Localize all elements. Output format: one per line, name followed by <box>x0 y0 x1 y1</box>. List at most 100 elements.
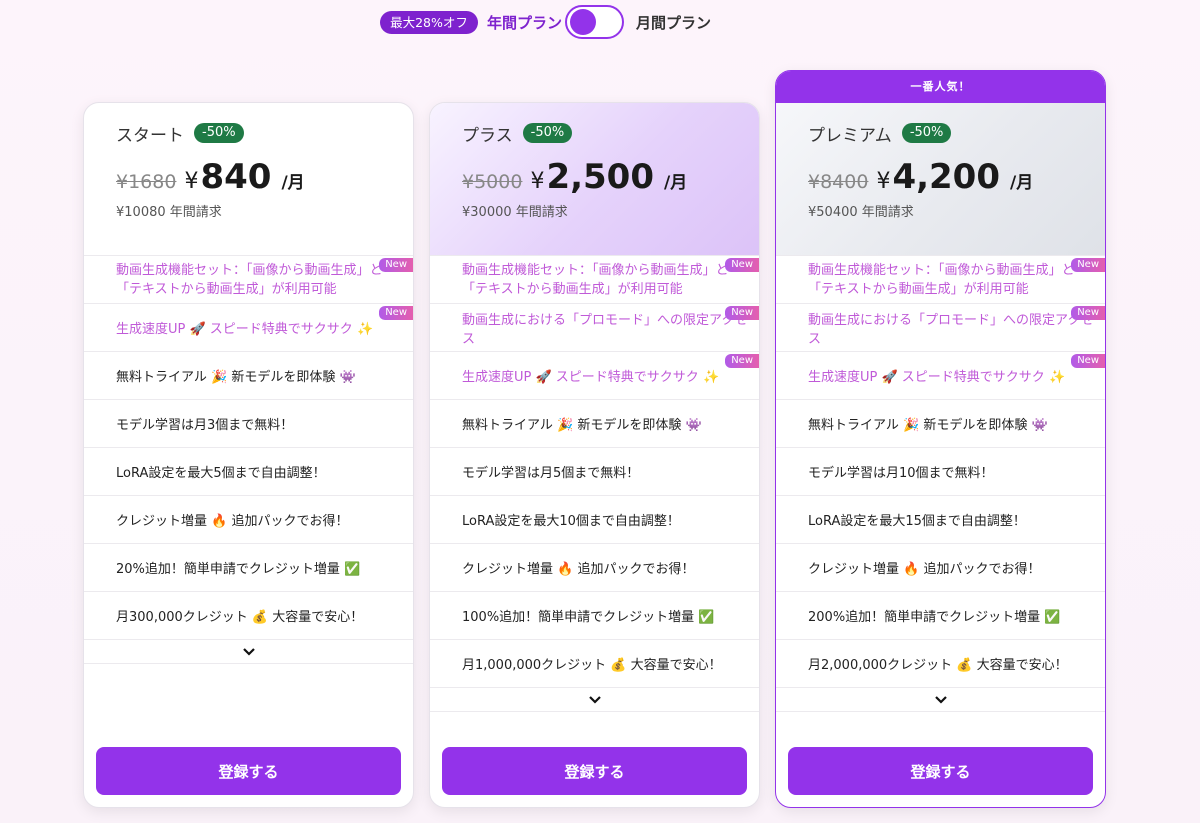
chevron-down-icon <box>588 695 601 704</box>
new-badge: New <box>1071 354 1105 368</box>
feature-text: クレジット増量 🔥 追加パックでお得！ <box>808 562 1041 577</box>
feature-text: LoRA設定を最大5個まで自由調整！ <box>116 466 326 481</box>
new-badge: New <box>379 258 413 272</box>
discount-badge: -50% <box>901 123 952 143</box>
feature-item: 生成速度UP 🚀 スピード特典でサクサク ✨ New <box>776 351 1105 399</box>
per-month: /月 <box>664 173 688 193</box>
annual-billing: ¥30000 年間請求 <box>462 205 568 220</box>
feature-item: 動画生成における「プロモード」への限定アクセス New <box>430 303 759 351</box>
feature-text: 動画生成機能セット：「画像から動画生成」と「テキストから動画生成」が利用可能 <box>116 262 383 297</box>
feature-item: 生成速度UP 🚀 スピード特典でサクサク ✨ New <box>84 303 413 351</box>
new-badge: New <box>1071 258 1105 272</box>
plan-card-start: スタート -50% ¥1680 ¥ 840 /月 ¥10080 年間請求 動画生… <box>83 102 414 808</box>
monthly-plan-label[interactable]: 月間プラン <box>636 12 711 33</box>
feature-item: 200%追加！簡単申請でクレジット増量 ✅ <box>776 591 1105 639</box>
feature-item: 無料トライアル 🎉 新モデルを即体験 👾 <box>430 399 759 447</box>
expand-features-button[interactable] <box>84 639 413 664</box>
feature-item: クレジット増量 🔥 追加パックでお得！ <box>776 543 1105 591</box>
discount-pill: 最大28%オフ <box>380 11 478 34</box>
feature-item: 100%追加！簡単申請でクレジット増量 ✅ <box>430 591 759 639</box>
feature-item: 生成速度UP 🚀 スピード特典でサクサク ✨ New <box>430 351 759 399</box>
original-price: ¥8400 <box>808 171 869 193</box>
feature-item: 動画生成機能セット：「画像から動画生成」と「テキストから動画生成」が利用可能 Ne… <box>430 255 759 303</box>
feature-text: 動画生成機能セット：「画像から動画生成」と「テキストから動画生成」が利用可能 <box>462 262 729 297</box>
feature-item: 動画生成機能セット：「画像から動画生成」と「テキストから動画生成」が利用可能 Ne… <box>84 255 413 303</box>
feature-item: LoRA設定を最大5個まで自由調整！ <box>84 447 413 495</box>
feature-text: モデル学習は月10個まで無料！ <box>808 466 994 481</box>
currency-symbol: ¥ <box>184 169 199 194</box>
feature-text: 動画生成における「プロモード」への限定アクセス <box>462 312 748 347</box>
annual-billing: ¥10080 年間請求 <box>116 205 222 220</box>
signup-button[interactable]: 登録する <box>442 747 747 795</box>
feature-item: LoRA設定を最大15個まで自由調整！ <box>776 495 1105 543</box>
feature-item: 無料トライアル 🎉 新モデルを即体験 👾 <box>776 399 1105 447</box>
plan-header: プラス -50% ¥5000 ¥ 2,500 /月 ¥30000 年間請求 <box>430 103 759 255</box>
feature-text: LoRA設定を最大15個まで自由調整！ <box>808 514 1026 529</box>
original-price: ¥1680 <box>116 171 177 193</box>
signup-button[interactable]: 登録する <box>96 747 401 795</box>
per-month: /月 <box>281 173 305 193</box>
feature-text: 生成速度UP 🚀 スピード特典でサクサク ✨ <box>462 370 720 385</box>
currency-symbol: ¥ <box>530 169 545 194</box>
feature-text: 100%追加！簡単申請でクレジット増量 ✅ <box>462 610 715 625</box>
chevron-down-icon <box>934 695 947 704</box>
new-badge: New <box>379 306 413 320</box>
feature-text: 20%追加！簡単申請でクレジット増量 ✅ <box>116 562 361 577</box>
feature-text: クレジット増量 🔥 追加パックでお得！ <box>462 562 695 577</box>
feature-text: モデル学習は月3個まで無料！ <box>116 418 294 433</box>
feature-text: 生成速度UP 🚀 スピード特典でサクサク ✨ <box>808 370 1066 385</box>
new-badge: New <box>725 354 759 368</box>
feature-item: 20%追加！簡単申請でクレジット増量 ✅ <box>84 543 413 591</box>
new-badge: New <box>725 258 759 272</box>
plan-card-plus: プラス -50% ¥5000 ¥ 2,500 /月 ¥30000 年間請求 動画… <box>429 102 760 808</box>
feature-item: 月300,000クレジット 💰 大容量で安心！ <box>84 591 413 639</box>
feature-text: 200%追加！簡単申請でクレジット増量 ✅ <box>808 610 1061 625</box>
feature-item: モデル学習は月10個まで無料！ <box>776 447 1105 495</box>
feature-item: モデル学習は月5個まで無料！ <box>430 447 759 495</box>
plan-name: プラス <box>462 125 513 146</box>
feature-item: クレジット増量 🔥 追加パックでお得！ <box>430 543 759 591</box>
plan-header: スタート -50% ¥1680 ¥ 840 /月 ¥10080 年間請求 <box>84 103 413 255</box>
plan-card-premium: 一番人気！ プレミアム -50% ¥8400 ¥ 4,200 /月 ¥50400… <box>775 70 1106 808</box>
billing-period-switch[interactable] <box>565 5 624 39</box>
feature-text: 月300,000クレジット 💰 大容量で安心！ <box>116 610 364 625</box>
feature-item: モデル学習は月3個まで無料！ <box>84 399 413 447</box>
annual-billing: ¥50400 年間請求 <box>808 205 914 220</box>
signup-button[interactable]: 登録する <box>788 747 1093 795</box>
popular-banner: 一番人気！ <box>776 71 1105 103</box>
feature-text: 無料トライアル 🎉 新モデルを即体験 👾 <box>808 418 1048 433</box>
plan-name: プレミアム <box>808 125 892 146</box>
expand-features-button[interactable] <box>430 687 759 712</box>
feature-text: 月1,000,000クレジット 💰 大容量で安心！ <box>462 658 722 673</box>
plan-name: スタート <box>116 125 184 146</box>
feature-text: LoRA設定を最大10個まで自由調整！ <box>462 514 680 529</box>
discount-badge: -50% <box>194 123 244 143</box>
feature-text: 月2,000,000クレジット 💰 大容量で安心！ <box>808 658 1068 673</box>
discount-badge: -50% <box>522 123 573 143</box>
feature-item: 動画生成機能セット：「画像から動画生成」と「テキストから動画生成」が利用可能 Ne… <box>776 255 1105 303</box>
feature-text: 生成速度UP 🚀 スピード特典でサクサク ✨ <box>116 322 374 337</box>
feature-item: 動画生成における「プロモード」への限定アクセス New <box>776 303 1105 351</box>
feature-item: 月2,000,000クレジット 💰 大容量で安心！ <box>776 639 1105 687</box>
currency-symbol: ¥ <box>876 169 891 194</box>
feature-text: 無料トライアル 🎉 新モデルを即体験 👾 <box>462 418 702 433</box>
original-price: ¥5000 <box>462 171 523 193</box>
feature-item: クレジット増量 🔥 追加パックでお得！ <box>84 495 413 543</box>
price: 4,200 <box>892 157 1000 197</box>
switch-knob <box>570 9 596 35</box>
feature-item: 無料トライアル 🎉 新モデルを即体験 👾 <box>84 351 413 399</box>
feature-text: 無料トライアル 🎉 新モデルを即体験 👾 <box>116 370 356 385</box>
feature-text: クレジット増量 🔥 追加パックでお得！ <box>116 514 349 529</box>
new-badge: New <box>725 306 759 320</box>
feature-text: 動画生成における「プロモード」への限定アクセス <box>808 312 1094 347</box>
feature-item: 月1,000,000クレジット 💰 大容量で安心！ <box>430 639 759 687</box>
annual-plan-label[interactable]: 年間プラン <box>487 12 562 33</box>
feature-text: 動画生成機能セット：「画像から動画生成」と「テキストから動画生成」が利用可能 <box>808 262 1075 297</box>
per-month: /月 <box>1010 173 1034 193</box>
expand-features-button[interactable] <box>776 687 1105 712</box>
feature-item: LoRA設定を最大10個まで自由調整！ <box>430 495 759 543</box>
plan-header: プレミアム -50% ¥8400 ¥ 4,200 /月 ¥50400 年間請求 <box>776 103 1105 255</box>
new-badge: New <box>1071 306 1105 320</box>
price: 840 <box>200 157 272 197</box>
billing-toggle-bar: 最大28%オフ 年間プラン 月間プラン <box>0 5 1200 39</box>
